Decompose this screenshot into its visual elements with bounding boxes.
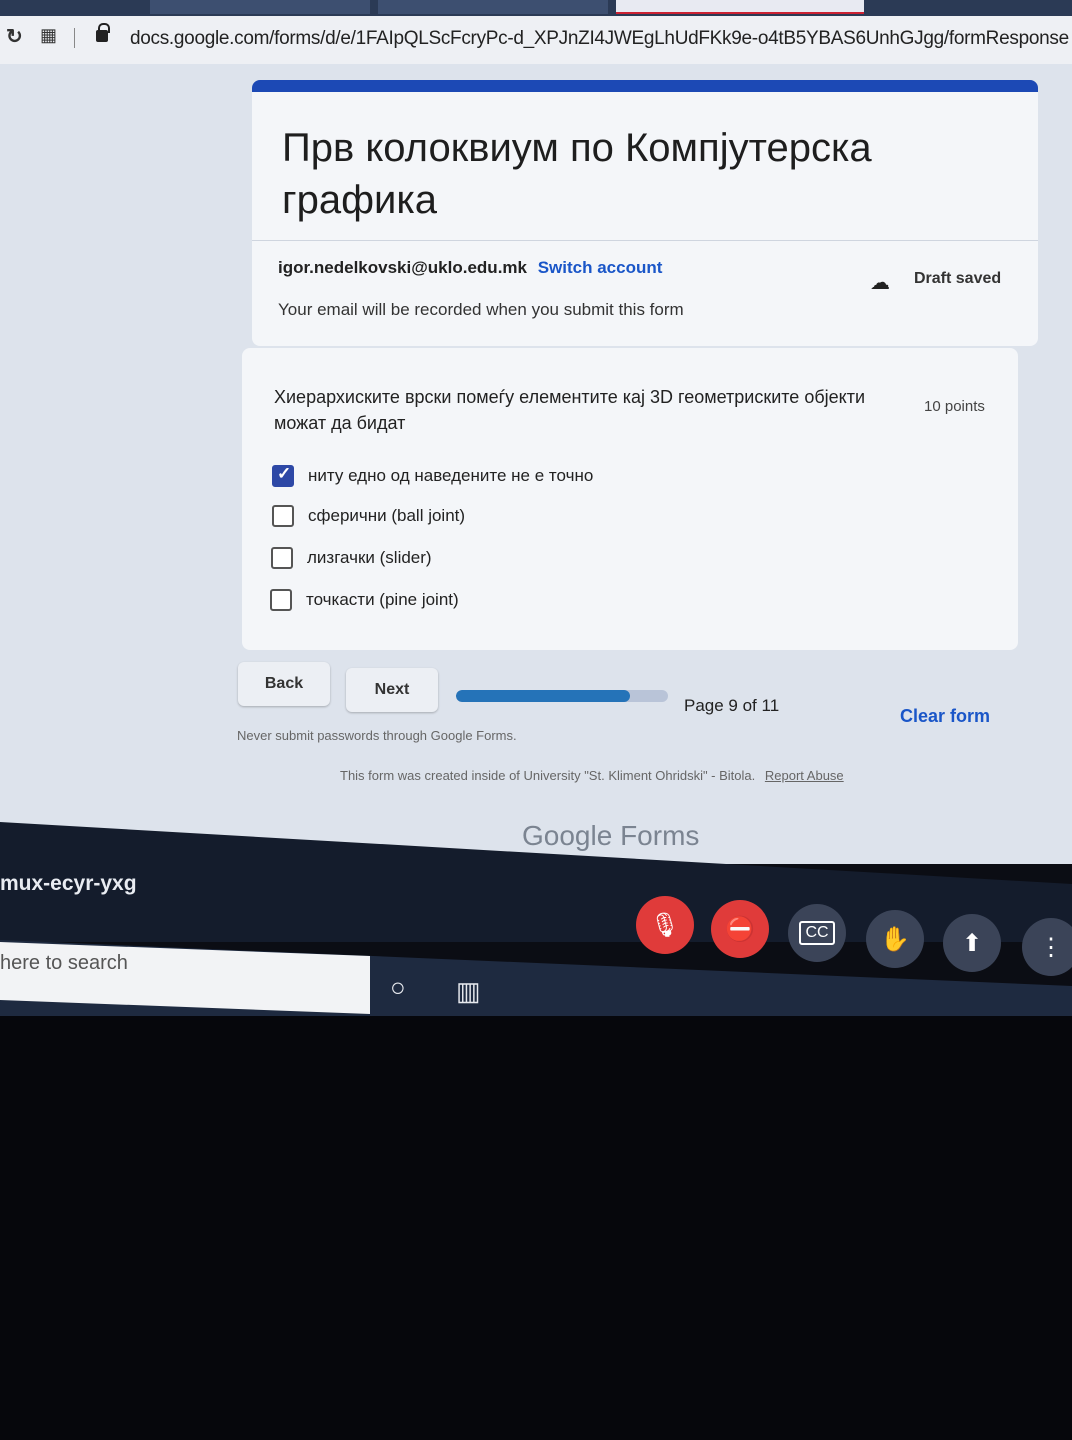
form-header-card: Прв колоквиум по Компјутерска графика ig…: [252, 80, 1038, 346]
report-abuse-link[interactable]: Report Abuse: [765, 768, 844, 783]
mic-off-button[interactable]: 🎙: [636, 896, 694, 954]
progress-fill: [456, 690, 630, 702]
option-pine-joint[interactable]: точкасти (pine joint): [270, 586, 459, 614]
browser-tab[interactable]: [150, 0, 370, 14]
more-vert-icon: ⋮: [1039, 933, 1063, 961]
mic-off-icon: 🎙: [649, 911, 681, 939]
cortana-icon[interactable]: ○: [390, 972, 406, 1003]
camera-off-icon: ⛔: [725, 915, 755, 943]
next-button[interactable]: Next: [346, 668, 438, 712]
created-inside-text: This form was created inside of Universi…: [340, 768, 756, 783]
reload-icon[interactable]: ↻: [6, 24, 23, 49]
password-warning: Never submit passwords through Google Fo…: [237, 728, 517, 743]
clear-form-button[interactable]: Clear form: [900, 706, 990, 727]
back-button[interactable]: Back: [238, 662, 330, 706]
captions-button[interactable]: CC: [788, 904, 846, 962]
option-slider[interactable]: лизгачки (slider): [271, 544, 432, 572]
lock-icon[interactable]: [96, 23, 110, 42]
page-indicator: Page 9 of 11: [684, 696, 780, 715]
desk-background: [0, 1016, 1072, 1440]
question-text: Хиерархиските врски помеѓу елементите ка…: [274, 387, 866, 433]
camera-off-button[interactable]: ⛔: [711, 900, 769, 958]
meeting-code: mux-ecyr-yxg: [0, 872, 137, 895]
browser-tab[interactable]: [378, 0, 608, 14]
question-points: 10 points: [924, 398, 985, 415]
option-label: ниту едно од наведените не е точно: [308, 466, 594, 485]
account-email: igor.nedelkovski@uklo.edu.mk: [278, 258, 527, 277]
progress-bar: [456, 690, 668, 702]
option-label: точкасти (pine joint): [306, 590, 459, 609]
google-forms-logo: Google Forms: [522, 820, 700, 851]
present-icon: ⬆: [961, 929, 983, 957]
created-inside-note: This form was created inside of Universi…: [340, 768, 844, 783]
toolbar-separator: [74, 28, 75, 48]
hand-icon: ✋: [880, 925, 910, 953]
task-view-icon[interactable]: ▥: [456, 976, 481, 1007]
checkbox-checked[interactable]: [272, 464, 294, 487]
option-label: сферични (ball joint): [308, 506, 466, 525]
raise-hand-button[interactable]: ✋: [866, 910, 924, 968]
checkbox[interactable]: [272, 505, 294, 527]
cloud-saved-icon: ☁: [870, 272, 890, 294]
browser-tab-active[interactable]: [616, 0, 864, 14]
switch-account-link[interactable]: Switch account: [538, 258, 663, 277]
email-record-note: Your email will be recorded when you sub…: [278, 300, 684, 319]
option-none-correct[interactable]: ниту едно од наведените не е точно: [272, 462, 593, 490]
url-field[interactable]: docs.google.com/forms/d/e/1FAIpQLScFcryP…: [130, 28, 1069, 50]
apps-grid-icon[interactable]: ▦: [40, 25, 57, 46]
search-placeholder[interactable]: here to search: [0, 952, 128, 975]
present-screen-button[interactable]: ⬆: [943, 914, 1001, 972]
more-options-button[interactable]: ⋮: [1022, 918, 1072, 976]
draft-saved-status: Draft saved: [914, 270, 1002, 287]
option-label: лизгачки (slider): [307, 548, 432, 567]
option-ball-joint[interactable]: сферични (ball joint): [272, 502, 465, 530]
form-title: Прв колоквиум по Компјутерска графика: [282, 126, 872, 222]
account-line: igor.nedelkovski@uklo.edu.mk Switch acco…: [278, 258, 662, 278]
browser-tab-strip: [0, 0, 1072, 16]
divider: [252, 240, 1038, 241]
checkbox[interactable]: [271, 547, 293, 569]
captions-icon: CC: [799, 921, 835, 945]
checkbox[interactable]: [270, 589, 292, 611]
